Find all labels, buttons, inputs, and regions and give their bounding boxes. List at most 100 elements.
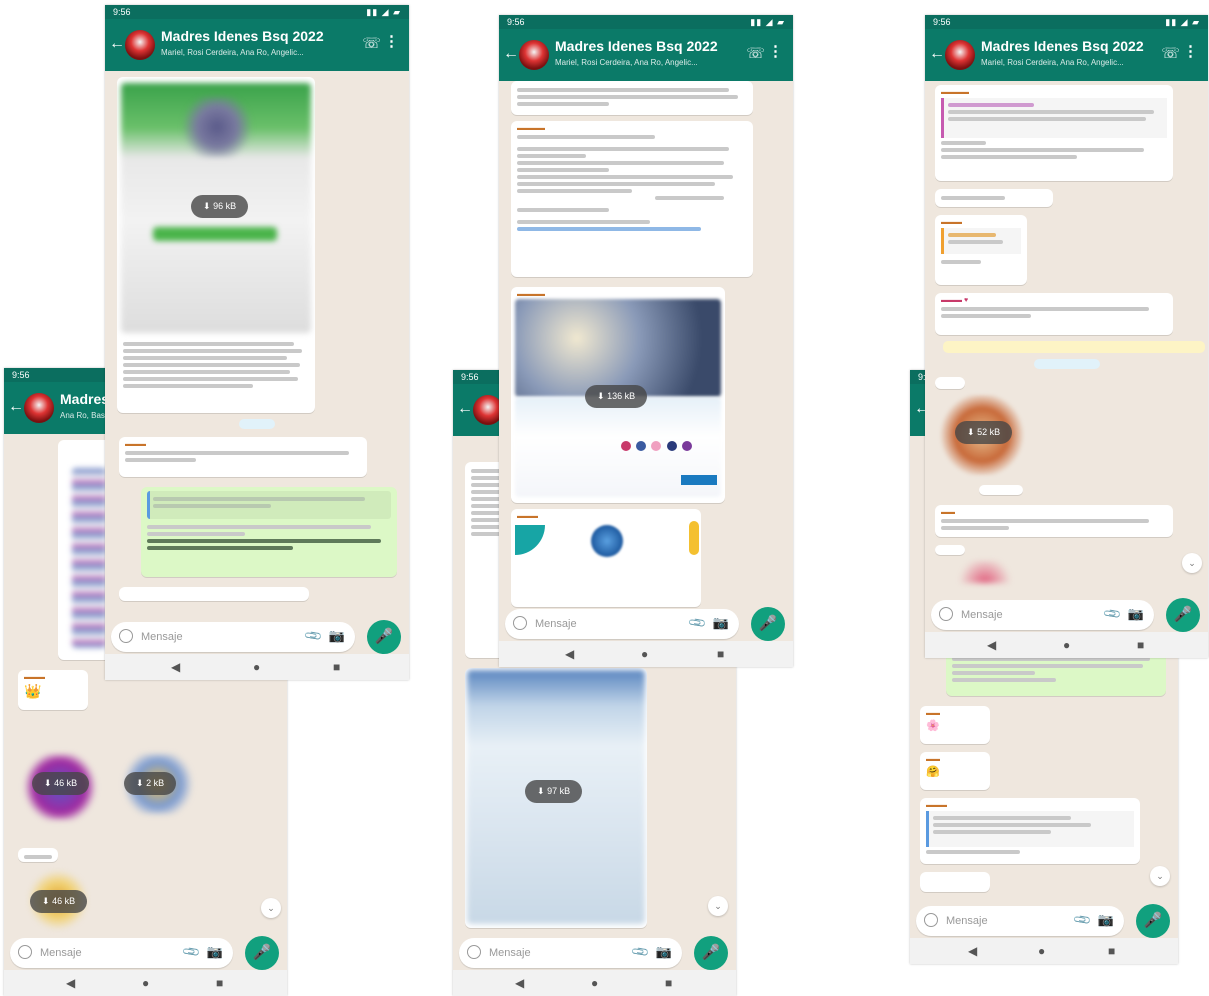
mic-button[interactable]: 🎤 xyxy=(367,620,401,654)
camera-icon[interactable]: 📷 xyxy=(713,615,729,631)
nav-back-icon[interactable]: ◀ xyxy=(987,638,996,652)
mic-button[interactable]: 🎤 xyxy=(694,936,728,970)
attach-icon[interactable]: 📎 xyxy=(181,942,201,962)
mic-button[interactable]: 🎤 xyxy=(751,607,785,641)
chat-title[interactable]: Madres Idenes Bsq 2022 xyxy=(161,28,324,44)
nav-home-icon[interactable]: ● xyxy=(641,647,648,661)
image-message[interactable]: ▬▬▬▬ ⬇ 136 kB xyxy=(511,287,725,503)
nav-home-icon[interactable]: ● xyxy=(591,976,598,990)
message-input[interactable]: Mensaje 📎 📷 xyxy=(111,622,355,652)
back-arrow-icon[interactable]: ← xyxy=(109,35,125,53)
chat-title[interactable]: Madres Idenes Bsq 2022 xyxy=(981,38,1144,54)
camera-icon[interactable]: 📷 xyxy=(329,628,345,644)
menu-icon[interactable]: ⋮ xyxy=(768,42,783,60)
sticker-message[interactable]: ▬▬▬ 👑 xyxy=(18,670,88,710)
back-arrow-icon[interactable]: ← xyxy=(8,398,24,416)
nav-recent-icon[interactable]: ■ xyxy=(665,976,672,990)
mic-button[interactable]: 🎤 xyxy=(245,936,279,970)
back-arrow-icon[interactable]: ← xyxy=(503,45,519,63)
scroll-down-button[interactable]: ⌄ xyxy=(261,898,281,918)
camera-icon[interactable]: 📷 xyxy=(1098,912,1114,928)
nav-recent-icon[interactable]: ■ xyxy=(1108,944,1115,958)
nav-recent-icon[interactable]: ■ xyxy=(333,660,340,674)
add-call-icon[interactable]: ☏ xyxy=(1161,44,1180,62)
add-call-icon[interactable]: ☏ xyxy=(362,34,381,52)
download-button[interactable]: ⬇ 97 kB xyxy=(525,780,583,803)
image-message[interactable]: ⬇ 97 kB xyxy=(465,668,647,928)
message-bubble[interactable]: ▬▬▬▬ xyxy=(511,121,753,277)
message-bubble[interactable]: ▬▬▬ xyxy=(920,798,1140,864)
download-button[interactable]: ⬇ 46 kB xyxy=(30,890,88,913)
download-button[interactable]: ⬇ 136 kB xyxy=(585,385,648,408)
sticker-message[interactable]: ▬▬ 🌸 xyxy=(920,706,990,744)
scroll-down-button[interactable]: ⌄ xyxy=(708,896,728,916)
phone-screenshot-4: 9:56 ▮▮ ◢ ▰ ← Madres Idenes Bsq 2022 Mari… xyxy=(499,15,793,667)
mic-button[interactable]: 🎤 xyxy=(1166,598,1200,632)
image-message[interactable]: ⬇ 96 kB xyxy=(117,77,315,413)
nav-back-icon[interactable]: ◀ xyxy=(968,944,977,958)
emoji-icon[interactable] xyxy=(467,945,481,959)
message-input[interactable]: Mensaje 📎 📷 xyxy=(505,609,739,639)
nav-home-icon[interactable]: ● xyxy=(253,660,260,674)
link-line[interactable] xyxy=(517,227,701,231)
sticker-message[interactable]: ▬▬ 🤗 xyxy=(920,752,990,790)
camera-icon[interactable]: 📷 xyxy=(207,944,223,960)
attach-icon[interactable]: 📎 xyxy=(630,942,650,962)
message-bubble[interactable]: ▬▬▬ ♥ xyxy=(935,293,1173,335)
attach-icon[interactable]: 📎 xyxy=(1072,910,1092,930)
nav-back-icon[interactable]: ◀ xyxy=(66,976,75,990)
scroll-down-button[interactable]: ⌄ xyxy=(1150,866,1170,886)
nav-recent-icon[interactable]: ■ xyxy=(1137,638,1144,652)
chat-title[interactable]: Madres Idenes Bsq 2022 xyxy=(555,38,718,54)
camera-icon[interactable]: 📷 xyxy=(656,944,672,960)
emoji-icon[interactable] xyxy=(939,607,953,621)
message-bubble[interactable] xyxy=(935,189,1053,207)
download-button[interactable]: ⬇ 52 kB xyxy=(955,421,1013,444)
scroll-down-button[interactable]: ⌄ xyxy=(1182,553,1202,573)
group-avatar[interactable] xyxy=(519,40,549,70)
emoji-icon[interactable] xyxy=(924,913,938,927)
attach-icon[interactable]: 📎 xyxy=(687,613,707,633)
nav-home-icon[interactable]: ● xyxy=(1038,944,1045,958)
group-avatar[interactable] xyxy=(24,393,54,423)
group-avatar[interactable] xyxy=(125,30,155,60)
message-bubble[interactable]: ▬▬ xyxy=(935,505,1173,537)
download-button[interactable]: ⬇ 46 kB xyxy=(32,772,90,795)
message-input[interactable]: Mensaje 📎 📷 xyxy=(916,906,1124,936)
emoji-icon[interactable] xyxy=(119,629,133,643)
emoji-icon[interactable] xyxy=(18,945,32,959)
add-call-icon[interactable]: ☏ xyxy=(746,44,765,62)
nav-back-icon[interactable]: ◀ xyxy=(565,647,574,661)
nav-home-icon[interactable]: ● xyxy=(1063,638,1070,652)
attach-icon[interactable]: 📎 xyxy=(1102,604,1122,624)
back-arrow-icon[interactable]: ← xyxy=(457,400,473,418)
message-bubble[interactable]: ▬▬▬▬ xyxy=(935,85,1173,181)
group-avatar[interactable] xyxy=(945,40,975,70)
message-bubble[interactable]: ▬▬▬ xyxy=(935,215,1027,285)
nav-recent-icon[interactable]: ■ xyxy=(717,647,724,661)
message-bubble[interactable]: ▬▬▬ xyxy=(119,437,367,477)
message-input[interactable]: Mensaje 📎 📷 xyxy=(10,938,233,968)
message-input[interactable]: Mensaje 📎 📷 xyxy=(931,600,1154,630)
download-button[interactable]: ⬇ 2 kB xyxy=(124,772,177,795)
outgoing-message[interactable] xyxy=(141,487,397,577)
image-message[interactable]: ▬▬▬ xyxy=(511,509,701,607)
nav-home-icon[interactable]: ● xyxy=(142,976,149,990)
message-bubble[interactable] xyxy=(920,872,990,892)
back-arrow-icon[interactable]: ← xyxy=(929,45,945,63)
nav-back-icon[interactable]: ◀ xyxy=(515,976,524,990)
phone-screenshot-2: 9:56 ▮▮ ◢ ▰ ← Madres Idenes Bsq 2022 Mari… xyxy=(105,5,409,680)
menu-icon[interactable]: ⋮ xyxy=(384,32,399,50)
nav-back-icon[interactable]: ◀ xyxy=(171,660,180,674)
attach-icon[interactable]: 📎 xyxy=(303,626,323,646)
emoji-icon[interactable] xyxy=(513,616,527,630)
menu-icon[interactable]: ⋮ xyxy=(1183,42,1198,60)
nav-recent-icon[interactable]: ■ xyxy=(216,976,223,990)
message-bubble[interactable] xyxy=(511,81,753,115)
message-bubble[interactable] xyxy=(119,587,309,601)
download-button[interactable]: ⬇ 96 kB xyxy=(191,195,249,218)
message-input[interactable]: Mensaje 📎 📷 xyxy=(459,938,682,968)
camera-icon[interactable]: 📷 xyxy=(1128,606,1144,622)
mic-button[interactable]: 🎤 xyxy=(1136,904,1170,938)
text-line xyxy=(517,182,715,186)
